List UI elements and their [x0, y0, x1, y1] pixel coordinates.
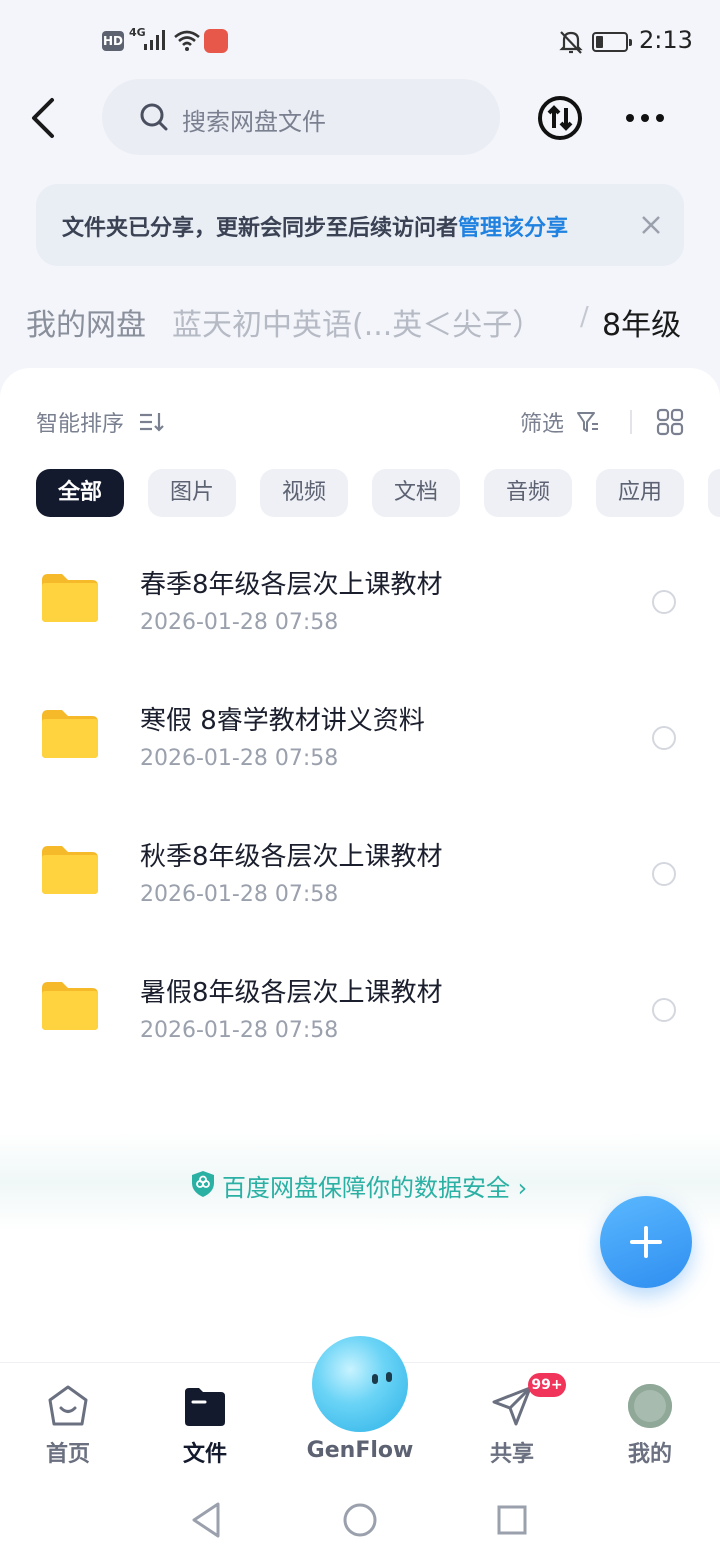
share-plane-icon	[492, 1386, 532, 1426]
filter-icon[interactable]	[576, 410, 600, 434]
nav-back-icon[interactable]	[188, 1500, 224, 1540]
folder-icon	[42, 574, 98, 622]
chip-all[interactable]: 全部	[36, 469, 124, 517]
breadcrumb-parent[interactable]: 蓝天初中英语(...英＜尖子）	[172, 300, 542, 344]
file-name: 春季8年级各层次上课教材	[140, 570, 443, 600]
banner-text: 文件夹已分享，更新会同步至后续访问者	[62, 216, 459, 241]
filter-button[interactable]: 筛选	[520, 406, 564, 438]
banner-message: 文件夹已分享，更新会同步至后续访问者管理该分享	[62, 210, 568, 242]
folder-icon	[185, 1388, 225, 1426]
chip-documents[interactable]: 文档	[372, 469, 460, 517]
chevron-right-icon: ›	[517, 1174, 528, 1202]
breadcrumb-home[interactable]: 我的网盘	[26, 300, 146, 344]
app-notification-icon	[204, 29, 228, 53]
shield-icon	[192, 1171, 214, 1197]
breadcrumb-separator: /	[580, 302, 589, 332]
share-banner: 文件夹已分享，更新会同步至后续访问者管理该分享	[36, 184, 684, 266]
sort-button[interactable]: 智能排序	[36, 406, 124, 438]
wifi-icon	[174, 30, 200, 51]
security-notice-text: 百度网盘保障你的数据安全	[222, 1174, 510, 1202]
close-icon[interactable]	[638, 212, 664, 238]
tab-label: 文件	[182, 1442, 227, 1467]
back-button[interactable]	[22, 92, 70, 144]
list-item[interactable]: 春季8年级各层次上课教材 2026-01-28 07:58	[0, 544, 720, 680]
select-radio[interactable]	[652, 590, 676, 614]
transfer-icon[interactable]	[536, 94, 584, 142]
bell-muted-icon	[559, 31, 583, 54]
select-radio[interactable]	[652, 862, 676, 886]
folder-icon	[42, 710, 98, 758]
sort-icon[interactable]	[138, 410, 164, 434]
breadcrumb-current: 8年级	[602, 308, 682, 343]
avatar[interactable]	[628, 1384, 672, 1428]
tab-genflow-label[interactable]: GenFlow	[300, 1438, 420, 1463]
file-name: 暑假8年级各层次上课教材	[140, 978, 443, 1008]
home-icon	[48, 1385, 88, 1426]
file-date: 2026-01-28 07:58	[140, 610, 339, 635]
security-notice-link[interactable]: 百度网盘保障你的数据安全 ›	[222, 1168, 527, 1203]
plus-icon	[630, 1226, 662, 1258]
file-date: 2026-01-28 07:58	[140, 882, 339, 907]
genflow-eye	[386, 1372, 392, 1382]
chip-overflow[interactable]	[708, 469, 720, 517]
file-name: 秋季8年级各层次上课教材	[140, 842, 443, 872]
grid-view-icon[interactable]	[656, 408, 684, 436]
list-item[interactable]: 暑假8年级各层次上课教材 2026-01-28 07:58	[0, 952, 720, 1088]
tab-label: 首页	[45, 1442, 90, 1467]
folder-icon	[42, 982, 98, 1030]
battery-icon	[592, 32, 632, 52]
add-button[interactable]	[600, 1196, 692, 1288]
avatar-art	[628, 1384, 672, 1428]
select-radio[interactable]	[652, 998, 676, 1022]
more-horizontal-icon[interactable]	[620, 98, 670, 138]
manage-share-link[interactable]: 管理该分享	[458, 216, 568, 241]
select-radio[interactable]	[652, 726, 676, 750]
nav-home-icon[interactable]	[342, 1502, 378, 1538]
tab-label: 我的	[627, 1442, 672, 1467]
list-item[interactable]: 寒假 8睿学教材讲义资料 2026-01-28 07:58	[0, 680, 720, 816]
chip-videos[interactable]: 视频	[260, 469, 348, 517]
tab-files[interactable]: 文件	[145, 1362, 265, 1472]
chip-apps[interactable]: 应用	[596, 469, 684, 517]
toolbar-divider	[630, 410, 632, 434]
folder-icon	[42, 846, 98, 894]
nav-recents-icon[interactable]	[496, 1504, 528, 1536]
search-bar[interactable]: 搜索网盘文件	[102, 79, 500, 155]
genflow-ball-icon[interactable]	[312, 1336, 408, 1432]
search-icon	[140, 103, 168, 131]
chip-audio[interactable]: 音频	[484, 469, 572, 517]
signal-icon	[144, 30, 165, 50]
genflow-eye	[372, 1374, 378, 1384]
file-date: 2026-01-28 07:58	[140, 746, 339, 771]
notification-badge: 99+	[528, 1373, 566, 1397]
clock: 2:13	[639, 26, 693, 54]
tab-home[interactable]: 首页	[8, 1362, 128, 1472]
file-name: 寒假 8睿学教材讲义资料	[140, 706, 425, 736]
system-navigation-bar	[0, 1480, 720, 1560]
chip-images[interactable]: 图片	[148, 469, 236, 517]
tab-label: 共享	[489, 1442, 534, 1467]
hd-indicator: HD	[102, 31, 124, 51]
search-placeholder: 搜索网盘文件	[182, 108, 326, 136]
file-date: 2026-01-28 07:58	[140, 1018, 339, 1043]
list-item[interactable]: 秋季8年级各层次上课教材 2026-01-28 07:58	[0, 816, 720, 952]
